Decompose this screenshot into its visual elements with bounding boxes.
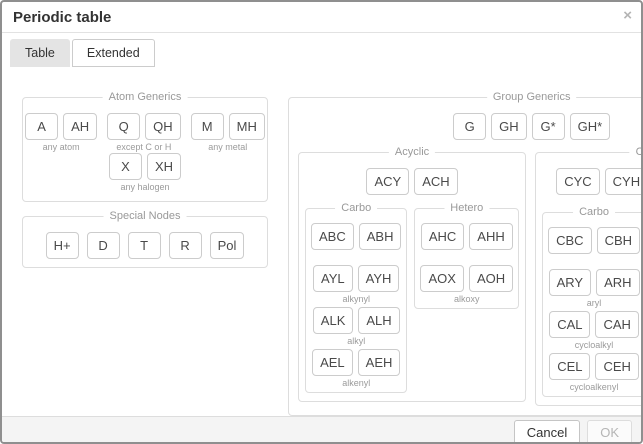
dialog-footer: Cancel OK	[2, 416, 641, 444]
left-column: Atom Generics A AH any atom Q QH	[22, 97, 268, 268]
generic-CBH-button[interactable]: CBH	[597, 227, 640, 254]
acyclic-legend: Acyclic	[389, 146, 435, 158]
generic-AHC-button[interactable]: AHC	[421, 223, 464, 250]
acyclic-carbo-fieldset: Carbo ABC ABH	[305, 208, 407, 393]
tab-bar: Table Extended	[2, 33, 641, 67]
dialog-header: Periodic table ×	[2, 2, 641, 33]
cyclic-fieldset: Cyclic CYC CYH CXX	[535, 152, 643, 406]
generic-AH-button[interactable]: AH	[63, 113, 97, 140]
generic-ALK-button[interactable]: ALK	[313, 307, 354, 334]
right-column: Group Generics G GH G* GH* Acyclic ACY	[288, 97, 643, 416]
generic-ARY-button[interactable]: ARY	[549, 269, 592, 296]
group-generics-legend: Group Generics	[487, 91, 577, 103]
alkoxy-caption: alkoxy	[454, 294, 480, 305]
generic-CEL-button[interactable]: CEL	[549, 353, 590, 380]
cyclic-legend: Cyclic	[630, 146, 643, 158]
cycloalkyl-caption: cycloalkyl	[575, 340, 614, 351]
special-T-button[interactable]: T	[128, 232, 161, 259]
atom-generics-legend: Atom Generics	[103, 91, 188, 103]
acyclic-top-row: ACY ACH	[305, 168, 519, 195]
generic-X-button[interactable]: X	[109, 153, 142, 180]
generic-MH-button[interactable]: MH	[229, 113, 265, 140]
generic-M-button[interactable]: M	[191, 113, 224, 140]
generic-GHstar-button[interactable]: GH*	[570, 113, 611, 140]
generic-CBC-button[interactable]: CBC	[548, 227, 591, 254]
generic-CAL-button[interactable]: CAL	[549, 311, 590, 338]
cancel-button[interactable]: Cancel	[514, 420, 580, 444]
atom-generics-row-2: X XH any halogen	[31, 153, 259, 193]
close-icon[interactable]: ×	[623, 8, 632, 23]
special-D-button[interactable]: D	[87, 232, 120, 259]
generic-CAH-button[interactable]: CAH	[595, 311, 638, 338]
except-c-or-h-group: Q QH except C or H	[107, 113, 181, 153]
generic-Q-button[interactable]: Q	[107, 113, 140, 140]
generic-ARH-button[interactable]: ARH	[596, 269, 639, 296]
dialog-body: Atom Generics A AH any atom Q QH	[2, 67, 641, 416]
any-atom-caption: any atom	[43, 142, 80, 153]
special-Hplus-button[interactable]: H+	[46, 232, 79, 259]
acyclic-hetero-fieldset: Hetero AHC AHH	[414, 208, 519, 309]
aryl-caption: aryl	[587, 298, 602, 309]
generic-Gstar-button[interactable]: G*	[532, 113, 565, 140]
special-Pol-button[interactable]: Pol	[210, 232, 245, 259]
alkynyl-caption: alkynyl	[342, 294, 370, 305]
group-generics-top-row: G GH G* GH*	[298, 113, 643, 140]
any-halogen-caption: any halogen	[120, 182, 169, 193]
generic-AEH-button[interactable]: AEH	[358, 349, 401, 376]
except-c-or-h-caption: except C or H	[116, 142, 171, 153]
generic-XH-button[interactable]: XH	[147, 153, 181, 180]
cyclic-carbo-legend: Carbo	[573, 206, 615, 218]
ok-button[interactable]: OK	[587, 420, 632, 444]
generic-ACH-button[interactable]: ACH	[414, 168, 457, 195]
generic-ACY-button[interactable]: ACY	[366, 168, 409, 195]
alkyl-caption: alkyl	[347, 336, 365, 347]
generic-CYC-button[interactable]: CYC	[556, 168, 599, 195]
generic-CEH-button[interactable]: CEH	[595, 353, 638, 380]
acyclic-carbo-legend: Carbo	[335, 202, 377, 214]
tab-extended[interactable]: Extended	[72, 39, 155, 67]
generic-G-button[interactable]: G	[453, 113, 486, 140]
dialog-title: Periodic table	[2, 2, 641, 26]
generic-AYL-button[interactable]: AYL	[313, 265, 353, 292]
acyclic-hetero-legend: Hetero	[444, 202, 489, 214]
generic-A-button[interactable]: A	[25, 113, 58, 140]
special-nodes-row: H+ D T R Pol	[31, 232, 259, 259]
atom-generics-fieldset: Atom Generics A AH any atom Q QH	[22, 97, 268, 202]
acyclic-sub-columns: Carbo ABC ABH	[305, 208, 519, 393]
cycloalkenyl-caption: cycloalkenyl	[570, 382, 619, 393]
generic-CYH-button[interactable]: CYH	[605, 168, 643, 195]
special-nodes-fieldset: Special Nodes H+ D T R Pol	[22, 216, 268, 268]
generic-AEL-button[interactable]: AEL	[312, 349, 353, 376]
generic-QH-button[interactable]: QH	[145, 113, 181, 140]
tab-table[interactable]: Table	[10, 39, 70, 67]
special-nodes-legend: Special Nodes	[104, 210, 187, 222]
generic-AHH-button[interactable]: AHH	[469, 223, 512, 250]
any-metal-group: M MH any metal	[191, 113, 265, 153]
cyclic-sub-columns: Carbo CBC CBH	[542, 212, 643, 397]
periodic-table-dialog: Periodic table × Table Extended Atom Gen…	[0, 0, 643, 444]
generic-ALH-button[interactable]: ALH	[358, 307, 399, 334]
any-metal-caption: any metal	[208, 142, 247, 153]
atom-generics-row-1: A AH any atom Q QH except C or H	[31, 113, 259, 153]
generic-AOX-button[interactable]: AOX	[420, 265, 463, 292]
cyclic-carbo-fieldset: Carbo CBC CBH	[542, 212, 643, 397]
alkenyl-caption: alkenyl	[342, 378, 370, 389]
special-R-button[interactable]: R	[169, 232, 202, 259]
generic-GH-button[interactable]: GH	[491, 113, 527, 140]
generic-AYH-button[interactable]: AYH	[358, 265, 400, 292]
generic-AOH-button[interactable]: AOH	[469, 265, 513, 292]
acyclic-cyclic-row: Acyclic ACY ACH Carbo	[298, 152, 643, 406]
cyclic-top-row: CYC CYH CXX CXH no carbon	[542, 168, 643, 208]
any-halogen-group: X XH any halogen	[109, 153, 181, 193]
any-atom-group: A AH any atom	[25, 113, 97, 153]
group-generics-fieldset: Group Generics G GH G* GH* Acyclic ACY	[288, 97, 643, 416]
generic-ABH-button[interactable]: ABH	[359, 223, 402, 250]
acyclic-fieldset: Acyclic ACY ACH Carbo	[298, 152, 526, 402]
generic-ABC-button[interactable]: ABC	[311, 223, 354, 250]
